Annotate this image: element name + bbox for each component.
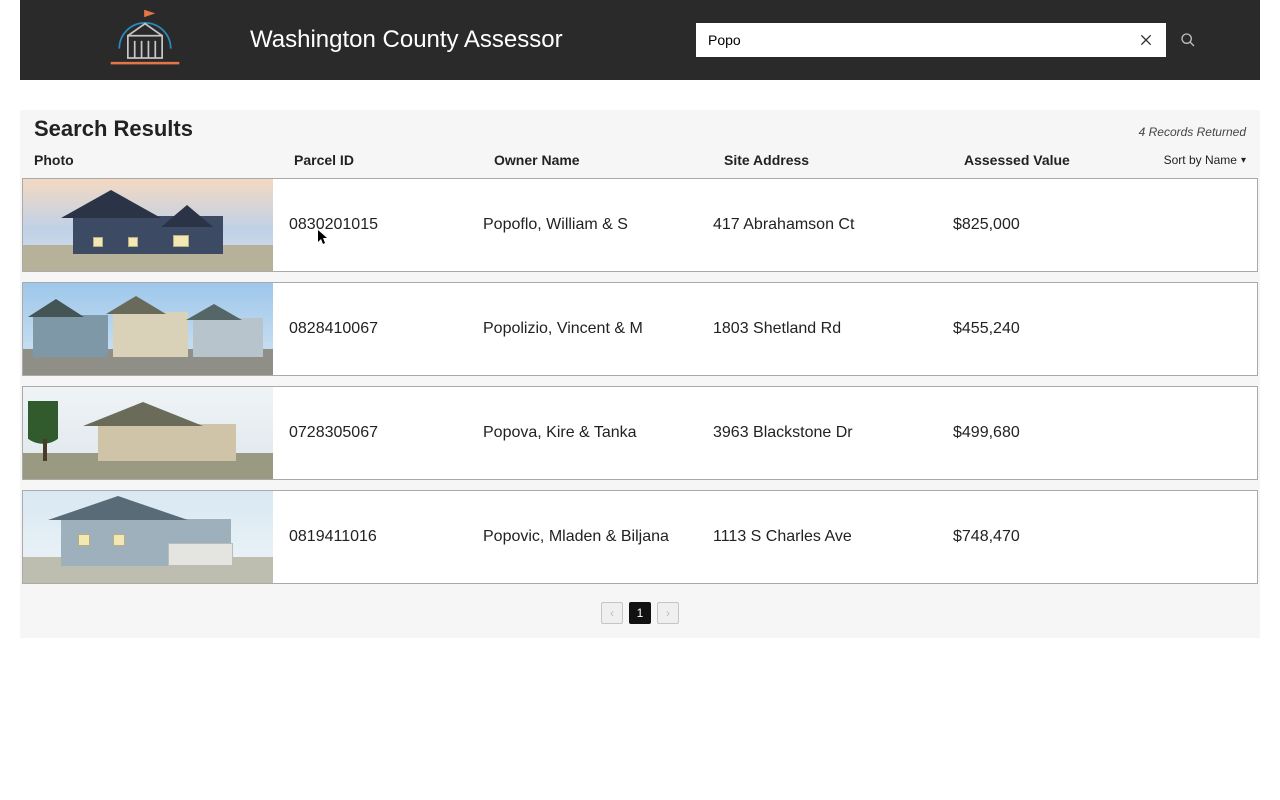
pagination: ‹ 1 › — [20, 594, 1260, 628]
result-row[interactable]: 0819411016 Popovic, Mladen & Biljana 111… — [22, 490, 1258, 584]
owner-name: Popolizio, Vincent & M — [483, 320, 713, 338]
chevron-down-icon: ▾ — [1241, 155, 1246, 166]
property-photo — [23, 179, 273, 271]
parcel-id: 0819411016 — [273, 528, 483, 546]
search-input[interactable] — [704, 28, 1134, 52]
col-assessed: Assessed Value — [964, 152, 1164, 168]
search-submit-button[interactable] — [1176, 28, 1200, 52]
sort-by-label: Sort by Name — [1164, 153, 1237, 167]
search-icon — [1180, 32, 1196, 48]
assessed-value: $455,240 — [953, 320, 1257, 338]
parcel-id: 0728305067 — [273, 424, 483, 442]
search-box — [696, 23, 1166, 57]
search-results: Search Results 4 Records Returned Photo … — [20, 110, 1260, 638]
col-address: Site Address — [724, 152, 964, 168]
site-address: 417 Abrahamson Ct — [713, 216, 953, 234]
col-photo: Photo — [34, 152, 294, 168]
assessed-value: $748,470 — [953, 528, 1257, 546]
records-returned: 4 Records Returned — [1139, 125, 1246, 139]
property-photo — [23, 387, 273, 479]
col-parcel: Parcel ID — [294, 152, 494, 168]
site-address: 3963 Blackstone Dr — [713, 424, 953, 442]
owner-name: Popova, Kire & Tanka — [483, 424, 713, 442]
close-icon — [1138, 32, 1154, 48]
result-row[interactable]: 0830201015 Popoflo, William & S 417 Abra… — [22, 178, 1258, 272]
col-owner: Owner Name — [494, 152, 724, 168]
page-prev-button[interactable]: ‹ — [601, 602, 623, 624]
clear-search-button[interactable] — [1134, 28, 1158, 52]
assessed-value: $825,000 — [953, 216, 1257, 234]
property-photo — [23, 283, 273, 375]
sort-by-dropdown[interactable]: Sort by Name ▾ — [1164, 153, 1246, 167]
results-column-headers: Photo Parcel ID Owner Name Site Address … — [20, 146, 1260, 178]
result-row[interactable]: 0728305067 Popova, Kire & Tanka 3963 Bla… — [22, 386, 1258, 480]
search-bar — [696, 23, 1200, 57]
page-number-current[interactable]: 1 — [629, 602, 651, 624]
page-next-button[interactable]: › — [657, 602, 679, 624]
app-header: Washington County Assessor — [20, 0, 1260, 80]
site-address: 1803 Shetland Rd — [713, 320, 953, 338]
site-address: 1113 S Charles Ave — [713, 528, 953, 546]
property-photo — [23, 491, 273, 583]
assessed-value: $499,680 — [953, 424, 1257, 442]
app-title: Washington County Assessor — [250, 26, 563, 54]
results-title: Search Results — [34, 116, 193, 142]
parcel-id: 0828410067 — [273, 320, 483, 338]
app-logo — [100, 10, 190, 70]
owner-name: Popovic, Mladen & Biljana — [483, 528, 713, 546]
parcel-id: 0830201015 — [273, 216, 483, 234]
owner-name: Popoflo, William & S — [483, 216, 713, 234]
result-row[interactable]: 0828410067 Popolizio, Vincent & M 1803 S… — [22, 282, 1258, 376]
